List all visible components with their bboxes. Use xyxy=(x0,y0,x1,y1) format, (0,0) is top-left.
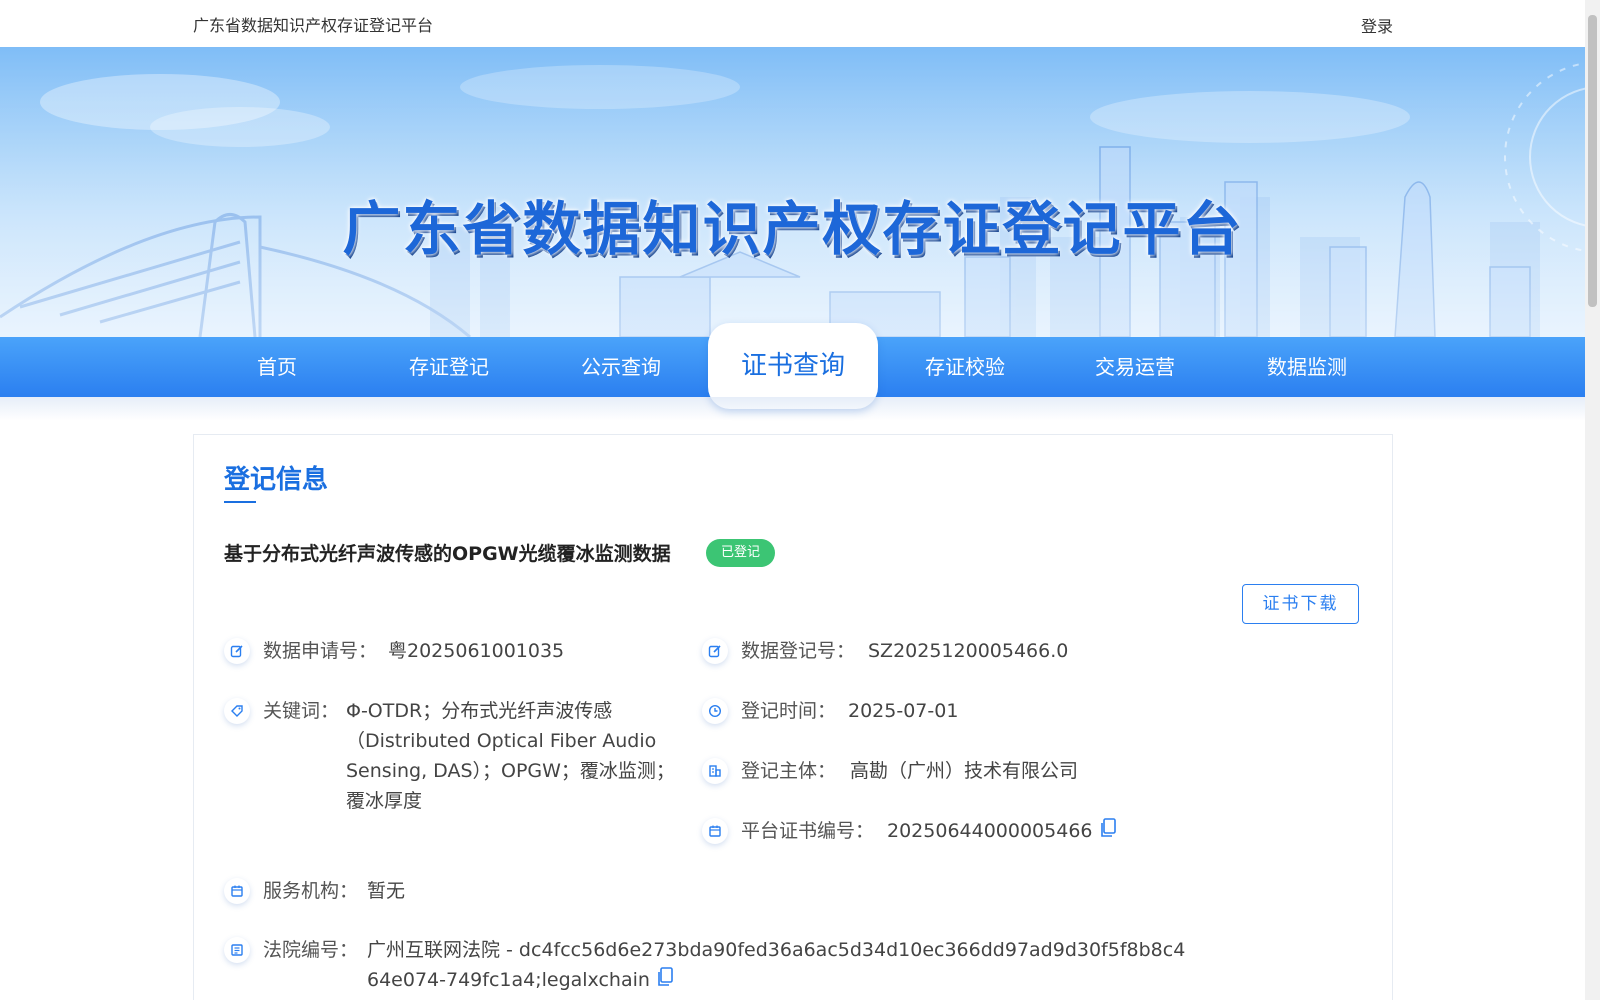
nav-public-query[interactable]: 公示查询 xyxy=(546,337,696,397)
calendar-icon xyxy=(224,878,250,904)
field-value-wrap: 20250644000005466 xyxy=(887,816,1117,847)
certificate-no-value: 20250644000005466 xyxy=(887,820,1093,842)
field-value: 高勘（广州）技术有限公司 xyxy=(850,760,1079,782)
field-registrant: 登记主体： 高勘（广州）技术有限公司 xyxy=(702,756,1202,786)
document-icon xyxy=(224,937,250,963)
field-service-org: 服务机构： 暂无 xyxy=(224,876,674,906)
field-label: 登记主体： xyxy=(741,760,837,782)
nav-home[interactable]: 首页 xyxy=(202,337,352,397)
hero-banner: 广东省数据知识产权存证登记平台 xyxy=(0,47,1585,337)
field-label: 关键词： xyxy=(263,700,340,722)
calendar-icon xyxy=(702,818,728,844)
main-nav: 首页 存证登记 公示查询 证书查询 存证校验 交易运营 数据监测 xyxy=(0,323,1585,409)
banner-title: 广东省数据知识产权存证登记平台 xyxy=(342,195,1243,263)
certificate-download-button[interactable]: 证书下载 xyxy=(1242,584,1359,624)
field-label: 服务机构： xyxy=(263,880,359,902)
field-label: 登记时间： xyxy=(741,700,837,722)
tag-icon xyxy=(224,698,250,724)
field-label: 法院编号： xyxy=(263,939,359,961)
copy-icon[interactable] xyxy=(656,966,674,996)
site-name: 广东省数据知识产权存证登记平台 xyxy=(193,16,434,35)
field-value: Φ-OTDR；分布式光纤声波传感（Distributed Optical Fib… xyxy=(346,700,675,812)
nav-data-monitoring[interactable]: 数据监测 xyxy=(1232,337,1382,397)
field-value: 暂无 xyxy=(367,880,406,902)
field-label: 数据登记号： xyxy=(741,640,856,662)
building-icon xyxy=(702,758,728,784)
status-badge: 已登记 xyxy=(706,539,776,567)
nav-deposit-verification[interactable]: 存证校验 xyxy=(890,337,1040,397)
vertical-scrollbar[interactable] xyxy=(1585,0,1600,1000)
field-court-no: 法院编号： 广州互联网法院 - dc4fcc56d6e273bda90fed36… xyxy=(224,935,1224,997)
registration-info-card: 登记信息 基于分布式光纤声波传感的OPGW光缆覆冰监测数据 已登记 证书下载 数… xyxy=(193,434,1393,1000)
field-label: 平台证书编号： xyxy=(741,820,875,842)
court-no-value: 广州互联网法院 - dc4fcc56d6e273bda90fed36a6ac5d… xyxy=(367,939,1186,991)
field-value: SZ2025120005466.0 xyxy=(868,640,1069,662)
nav-trading-operations[interactable]: 交易运营 xyxy=(1060,337,1210,397)
field-registration-no: 数据登记号： SZ2025120005466.0 xyxy=(702,636,1202,666)
clock-icon xyxy=(702,698,728,724)
field-keywords: 关键词： Φ-OTDR；分布式光纤声波传感（Distributed Optica… xyxy=(224,696,684,818)
field-value: 2025-07-01 xyxy=(848,700,959,722)
field-value-wrap: 广州互联网法院 - dc4fcc56d6e273bda90fed36a6ac5d… xyxy=(367,935,1187,996)
scrollbar-thumb[interactable] xyxy=(1588,15,1597,307)
section-title: 登记信息 xyxy=(224,465,329,495)
field-application-no: 数据申请号： 粤2025061001035 xyxy=(224,636,674,666)
field-label: 数据申请号： xyxy=(263,640,378,662)
edit-icon xyxy=(224,638,250,664)
record-title: 基于分布式光纤声波传感的OPGW光缆覆冰监测数据 xyxy=(224,543,671,565)
field-certificate-no: 平台证书编号： 20250644000005466 xyxy=(702,816,1222,846)
field-registration-time: 登记时间： 2025-07-01 xyxy=(702,696,1202,726)
nav-shadow xyxy=(0,397,1585,421)
nav-deposit-registration[interactable]: 存证登记 xyxy=(374,337,524,397)
top-bar: 广东省数据知识产权存证登记平台 登录 xyxy=(0,0,1585,47)
copy-icon[interactable] xyxy=(1099,817,1117,847)
edit-icon xyxy=(702,638,728,664)
field-value: 粤2025061001035 xyxy=(388,640,565,662)
section-underline xyxy=(224,501,256,503)
login-link[interactable]: 登录 xyxy=(1361,13,1393,37)
